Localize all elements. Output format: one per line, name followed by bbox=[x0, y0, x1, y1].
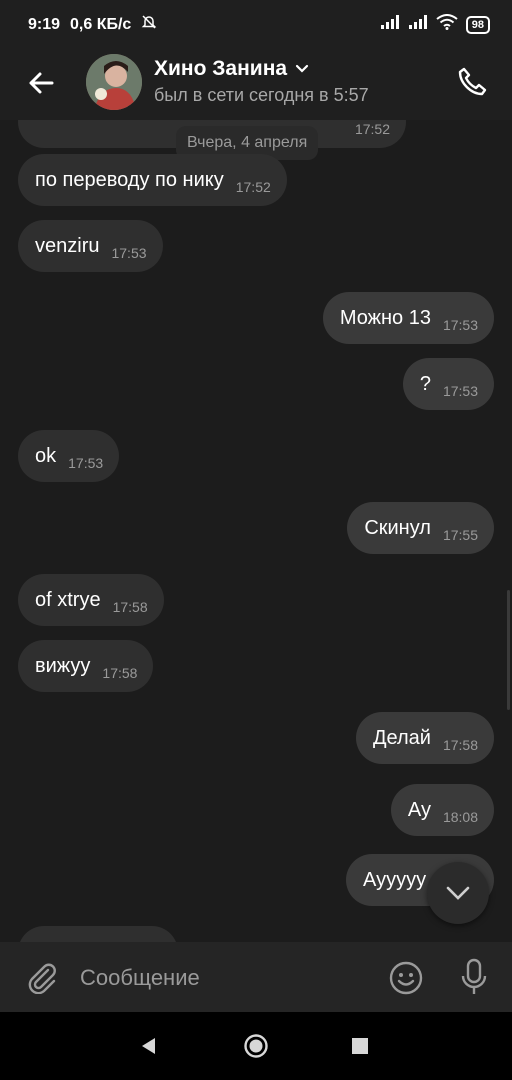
message-text: Ауyyyy bbox=[363, 868, 427, 891]
message-bubble-incoming[interactable]: ok 17:53 bbox=[18, 430, 120, 482]
nav-home-button[interactable] bbox=[242, 1032, 270, 1060]
message-time: 17:52 bbox=[354, 121, 390, 137]
signal-icon bbox=[408, 14, 428, 35]
message-bubble-incoming[interactable]: по переводу по нику 17:52 bbox=[18, 154, 287, 206]
wifi-icon bbox=[436, 14, 458, 35]
nav-recents-button[interactable] bbox=[350, 1036, 370, 1056]
message-text: Ау bbox=[407, 798, 431, 821]
network-speed: 0,6 КБ/с bbox=[70, 15, 132, 33]
message-time: 17:58 bbox=[442, 737, 478, 753]
message-time: 17:53 bbox=[111, 245, 147, 261]
signal-icon bbox=[380, 14, 400, 35]
message-bubble-outgoing[interactable]: Делай 17:58 bbox=[355, 712, 494, 764]
system-navigation-bar bbox=[0, 1012, 512, 1080]
smiley-icon bbox=[389, 961, 423, 995]
message-bubble-incoming[interactable] bbox=[18, 926, 178, 942]
circle-home-icon bbox=[244, 1034, 268, 1058]
paperclip-icon bbox=[28, 963, 56, 994]
avatar[interactable] bbox=[86, 54, 142, 110]
message-time: 17:53 bbox=[442, 383, 478, 399]
message-text: вижуу bbox=[35, 654, 91, 677]
arrow-left-icon bbox=[29, 72, 54, 94]
scroll-down-button[interactable] bbox=[427, 862, 489, 924]
message-bubble-incoming[interactable]: venziru 17:53 bbox=[18, 220, 163, 272]
contact-name[interactable]: Хино Занина bbox=[154, 57, 309, 81]
attach-button[interactable] bbox=[22, 958, 60, 996]
contact-name-text: Хино Занина bbox=[154, 57, 288, 80]
message-text: Делай bbox=[372, 726, 431, 749]
message-text: ? bbox=[419, 372, 431, 395]
triangle-back-icon bbox=[142, 1038, 155, 1054]
battery-indicator: 98 bbox=[465, 15, 490, 34]
message-time: 17:55 bbox=[442, 527, 478, 543]
message-time: 18:08 bbox=[442, 809, 478, 825]
message-bubble-incoming[interactable]: of xtrye 17:58 bbox=[18, 574, 164, 626]
microphone-icon bbox=[461, 958, 487, 994]
message-list[interactable]: 17:52 Вчера, 4 апреля по переводу по ник… bbox=[0, 120, 512, 942]
emoji-button[interactable] bbox=[386, 958, 426, 998]
message-bubble-incoming[interactable]: вижуу 17:58 bbox=[18, 640, 154, 692]
message-text: по переводу по нику bbox=[35, 168, 224, 191]
contact-status: был в сети сегодня в 5:57 bbox=[154, 85, 369, 105]
message-text: venziru bbox=[35, 234, 100, 257]
chevron-down-icon bbox=[446, 886, 470, 900]
message-time: 17:58 bbox=[112, 599, 148, 615]
back-button[interactable] bbox=[22, 64, 60, 102]
message-text: Можно 13 bbox=[339, 306, 431, 329]
message-input[interactable] bbox=[80, 960, 370, 996]
call-button[interactable] bbox=[452, 62, 492, 102]
bell-muted-icon bbox=[141, 14, 157, 35]
nav-back-button[interactable] bbox=[136, 1034, 160, 1058]
message-bubble-outgoing[interactable]: Ау 18:08 bbox=[390, 784, 494, 836]
clock: 9:19 bbox=[28, 15, 61, 33]
message-bubble-outgoing[interactable]: Можно 13 17:53 bbox=[322, 292, 494, 344]
message-time: 17:58 bbox=[102, 665, 138, 681]
chat-header: Хино Занина был в сети сегодня в 5:57 bbox=[0, 48, 512, 120]
message-time: 17:52 bbox=[235, 179, 271, 195]
message-text: of xtrye bbox=[35, 588, 101, 611]
scrollbar[interactable] bbox=[507, 590, 510, 710]
microphone-button[interactable] bbox=[454, 956, 494, 998]
message-time: 17:53 bbox=[68, 455, 104, 471]
message-text: ok bbox=[35, 444, 57, 467]
status-bar: 9:19 0,6 КБ/с 98 bbox=[0, 0, 512, 48]
message-bubble-outgoing[interactable]: Скинул 17:55 bbox=[347, 502, 494, 554]
message-text: Скинул bbox=[364, 516, 431, 539]
message-composer bbox=[0, 942, 512, 1012]
message-time: 17:53 bbox=[442, 317, 478, 333]
chevron-down-icon bbox=[295, 64, 309, 73]
phone-icon bbox=[458, 67, 487, 96]
message-bubble-outgoing[interactable]: ? 17:53 bbox=[402, 358, 494, 410]
square-recents-icon bbox=[352, 1038, 368, 1054]
